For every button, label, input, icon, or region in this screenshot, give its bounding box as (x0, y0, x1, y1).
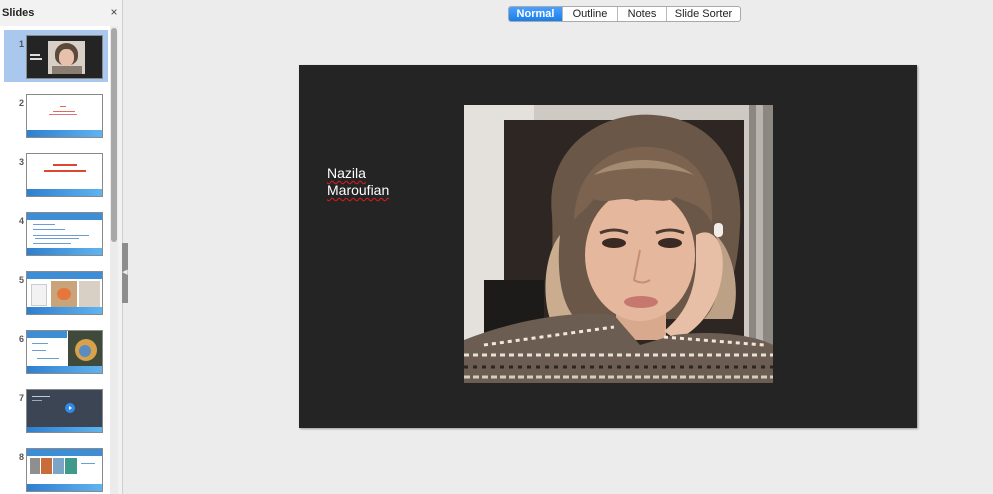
tab-outline[interactable]: Outline (562, 7, 617, 21)
slide-number: 3 (18, 157, 24, 167)
slide-thumbnail[interactable]: 1 (4, 30, 108, 82)
slide-number: 5 (18, 275, 24, 285)
slide-number: 2 (18, 98, 24, 108)
slide-thumbnail-list: 1 2 3 4 5 6 7 8 (0, 26, 110, 494)
slide-thumbnail[interactable]: 7 (4, 384, 108, 436)
slide-preview (26, 330, 103, 374)
slide-preview (26, 94, 103, 138)
slide-preview (26, 153, 103, 197)
chevron-left-icon: ◀ (122, 269, 128, 276)
close-icon[interactable]: × (108, 6, 120, 18)
tab-normal[interactable]: Normal (509, 7, 562, 21)
portrait-photo[interactable] (464, 105, 773, 383)
slide-preview (26, 271, 103, 315)
tab-notes[interactable]: Notes (617, 7, 666, 21)
collapse-pane-handle[interactable]: ◀ (122, 243, 128, 303)
slides-pane: Slides × 1 2 3 4 5 6 7 8 (0, 0, 123, 494)
slide-preview (26, 35, 103, 79)
slide-number: 6 (18, 334, 24, 344)
tab-slide-sorter[interactable]: Slide Sorter (666, 7, 740, 21)
play-icon (65, 403, 75, 413)
slide-number: 4 (18, 216, 24, 226)
slide-title-text[interactable]: Nazila Maroufian (327, 165, 437, 199)
slide-thumbnail[interactable]: 4 (4, 207, 108, 259)
portrait-preview (48, 41, 85, 74)
slide-number: 8 (18, 452, 24, 462)
slide-thumbnail[interactable]: 5 (4, 266, 108, 318)
slide-thumbnail[interactable]: 3 (4, 148, 108, 200)
slide-number: 7 (18, 393, 24, 403)
view-switcher: Normal Outline Notes Slide Sorter (508, 6, 741, 22)
slides-pane-header: Slides × (0, 0, 123, 26)
slide-preview (26, 212, 103, 256)
slide-preview (26, 448, 103, 492)
slides-pane-title: Slides (2, 7, 35, 19)
slide-thumbnail[interactable]: 6 (4, 325, 108, 377)
thumbnail-scrollbar-thumb[interactable] (111, 28, 117, 242)
slide-thumbnail[interactable]: 2 (4, 89, 108, 141)
slide-preview (26, 389, 103, 433)
slide-thumbnail[interactable]: 8 (4, 443, 108, 494)
slide-canvas[interactable]: Nazila Maroufian (299, 65, 917, 428)
slide-number: 1 (18, 39, 24, 49)
